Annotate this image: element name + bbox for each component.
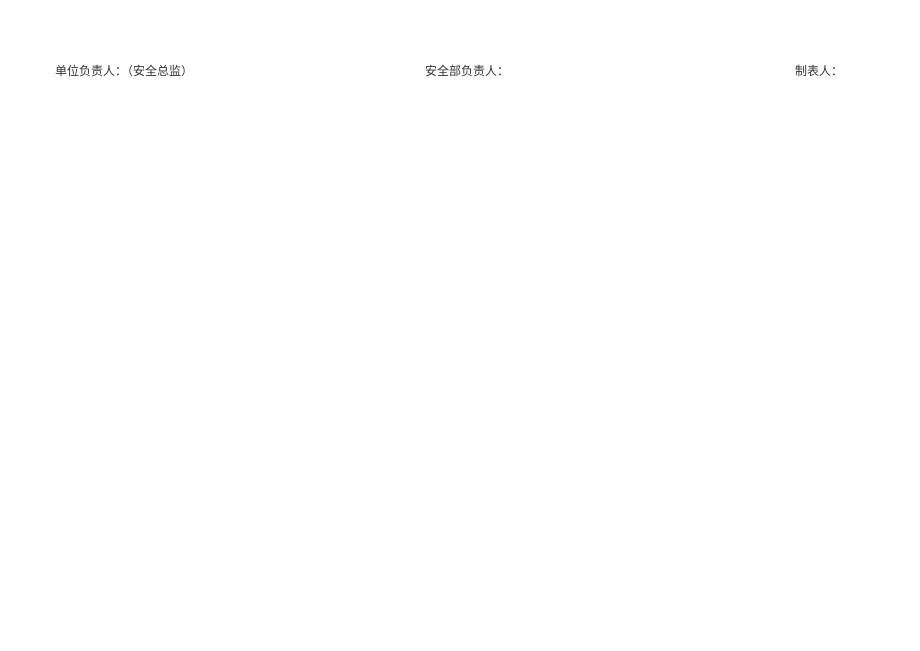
preparer-label: 制表人：	[795, 64, 843, 78]
unit-leader-label: 单位负责人：	[55, 64, 127, 78]
safety-leader-field: 安全部负责人：	[425, 62, 509, 79]
unit-leader-field: 单位负责人：（安全总监）	[55, 62, 193, 79]
signature-row: 单位负责人：（安全总监） 安全部负责人： 制表人：	[0, 62, 920, 79]
unit-leader-note: （安全总监）	[127, 64, 193, 78]
safety-leader-label: 安全部负责人：	[425, 64, 509, 78]
preparer-field: 制表人：	[795, 62, 843, 79]
